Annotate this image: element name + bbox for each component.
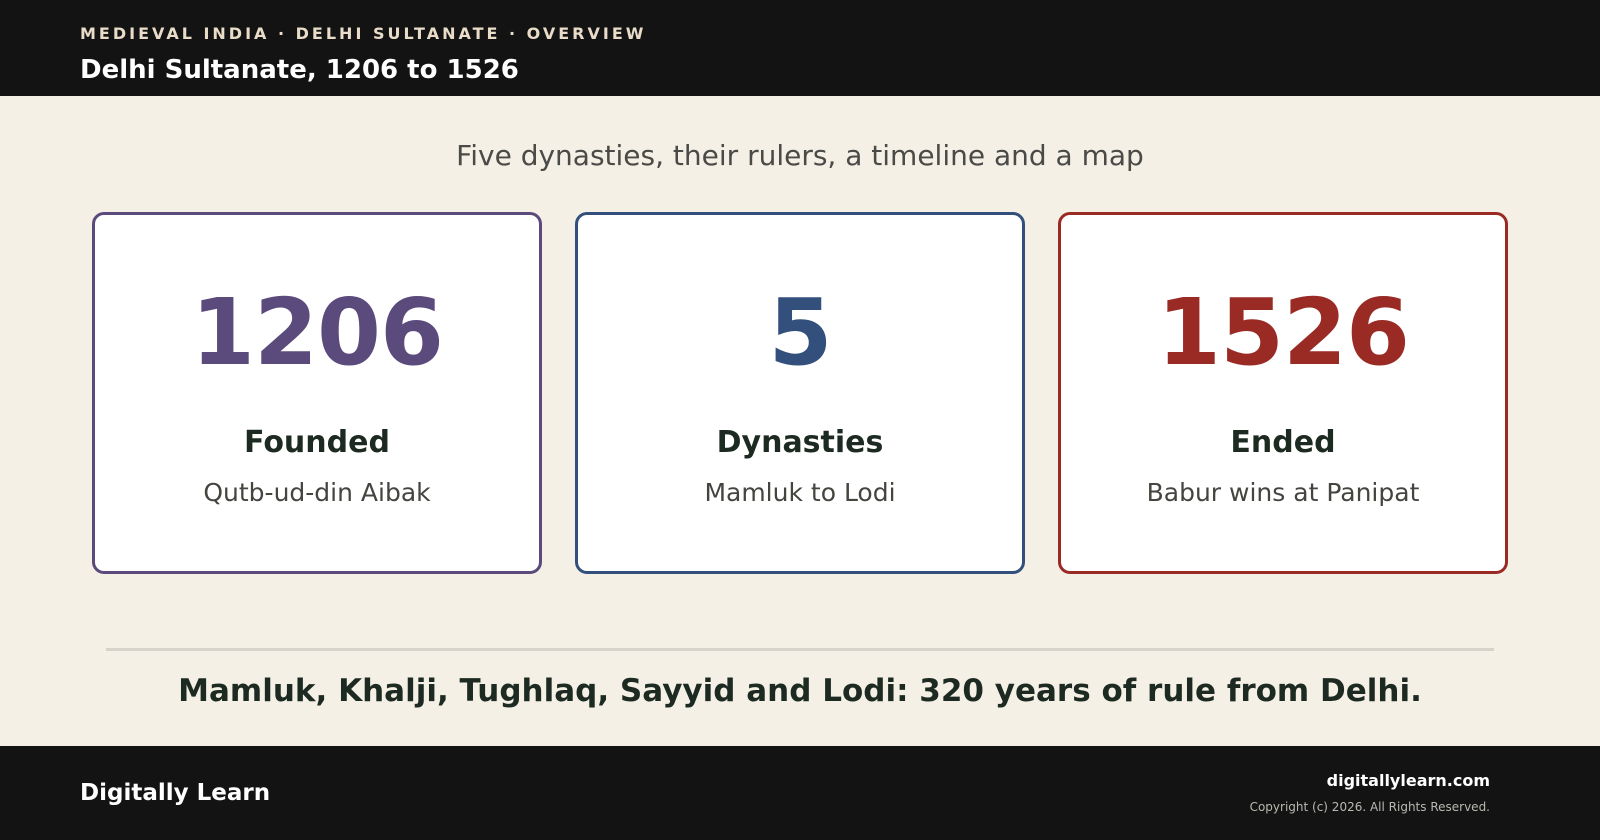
stat-label: Dynasties [716,425,884,460]
brand-name: Digitally Learn [80,780,271,806]
stat-detail: Babur wins at Panipat [1146,478,1420,507]
top-header: MEDIEVAL INDIA · DELHI SULTANATE · OVERV… [0,0,1600,96]
stat-number: 5 [768,279,832,386]
breadcrumb: MEDIEVAL INDIA · DELHI SULTANATE · OVERV… [80,24,647,43]
stat-detail: Mamluk to Lodi [704,478,896,507]
stat-card-dynasties: 5 Dynasties Mamluk to Lodi [575,212,1025,574]
page-title: Delhi Sultanate, 1206 to 1526 [80,55,519,85]
site-link[interactable]: digitallylearn.com [1250,771,1490,791]
page-subtitle: Five dynasties, their rulers, a timeline… [456,139,1144,172]
footer: Digitally Learn digitallylearn.com Copyr… [0,746,1600,840]
stat-card-founded: 1206 Founded Qutb-ud-din Aibak [92,212,542,574]
stat-detail: Qutb-ud-din Aibak [203,478,431,507]
stat-label: Ended [1230,425,1336,460]
copyright-text: Copyright (c) 2026. All Rights Reserved. [1249,800,1490,814]
summary-text: Mamluk, Khalji, Tughlaq, Sayyid and Lodi… [178,673,1422,709]
stat-number: 1526 [1156,279,1410,386]
footer-info: digitallylearn.com Copyright (c) 2026. A… [1250,771,1490,815]
stat-label: Founded [244,425,390,460]
main-content: Five dynasties, their rulers, a timeline… [0,96,1600,746]
stat-cards: 1206 Founded Qutb-ud-din Aibak 5 Dynasti… [0,212,1600,574]
stat-number: 1206 [190,279,444,386]
divider [106,648,1494,651]
stat-card-ended: 1526 Ended Babur wins at Panipat [1058,212,1508,574]
page: MEDIEVAL INDIA · DELHI SULTANATE · OVERV… [0,0,1600,840]
